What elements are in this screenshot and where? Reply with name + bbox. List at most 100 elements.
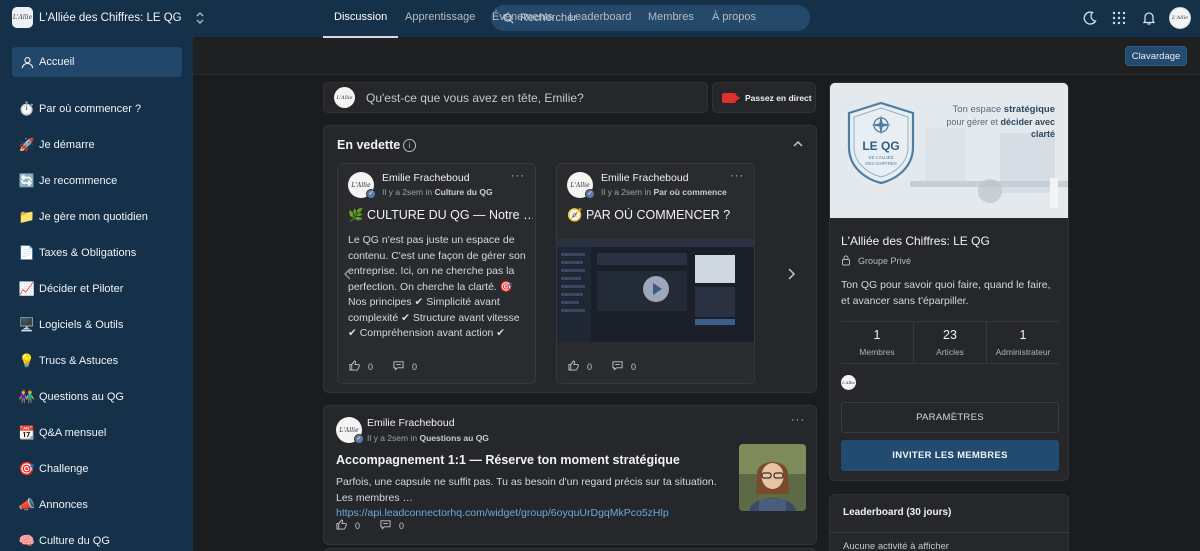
- like-icon[interactable]: [349, 360, 360, 374]
- post-category[interactable]: Par où commence: [653, 187, 726, 197]
- author-avatar[interactable]: L'Allie ✓: [348, 172, 376, 199]
- post-card[interactable]: L'Allie ✓ Emilie Fracheboud Il y a 2sem …: [323, 405, 817, 545]
- like-count: 0: [355, 521, 361, 531]
- stat-admins[interactable]: 1 Administrateur: [987, 322, 1059, 363]
- author-name[interactable]: Emilie Fracheboud: [367, 417, 455, 429]
- invite-members-button[interactable]: INVITER LES MEMBRES: [841, 440, 1059, 471]
- folder-icon: 📁: [18, 209, 36, 224]
- sidebar-item-trucs[interactable]: 💡 Trucs & Astuces: [12, 346, 182, 376]
- sidebar-item-annonces[interactable]: 📣 Annonces: [12, 490, 182, 520]
- sidebar-item-quotidien[interactable]: 📁 Je gère mon quotidien: [12, 202, 182, 232]
- featured-card[interactable]: L'Allie ✓ Emilie Fracheboud Il y a 2sem …: [337, 163, 536, 384]
- go-live-button[interactable]: Passez en direct: [712, 82, 816, 113]
- more-options-icon[interactable]: ···: [730, 170, 744, 182]
- comment-icon[interactable]: [393, 360, 404, 374]
- author-name[interactable]: Emilie Fracheboud: [382, 172, 470, 184]
- sidebar-item-culture[interactable]: 🧠 Culture du QG: [12, 526, 182, 551]
- tab-a-propos[interactable]: À propos: [712, 0, 756, 38]
- admin-avatar[interactable]: L'Allie: [841, 375, 856, 390]
- post-composer[interactable]: L'Allie Qu'est-ce que vous avez en tête,…: [323, 82, 708, 113]
- badge-subtitle-2: DES CHIFFRES: [865, 161, 897, 166]
- composer-placeholder: Qu'est-ce que vous avez en tête, Emilie?: [366, 90, 584, 105]
- leaderboard-card: Leaderboard (30 jours) Aucune activité à…: [829, 494, 1070, 551]
- comment-count: 0: [399, 521, 405, 531]
- more-options-icon[interactable]: ···: [511, 170, 525, 182]
- settings-button[interactable]: PARAMÈTRES: [841, 402, 1059, 433]
- author-avatar[interactable]: L'Allie ✓: [336, 417, 364, 444]
- chevron-right-icon[interactable]: [786, 267, 796, 281]
- tab-evenements[interactable]: Événements: [492, 0, 553, 38]
- tab-apprentissage[interactable]: Apprentissage: [405, 0, 475, 38]
- sidebar: Accueil ⏱️ Par où commencer ? 🚀 Je démar…: [0, 37, 193, 551]
- stat-members[interactable]: 1 Membres: [841, 322, 914, 363]
- post-link[interactable]: https://api.leadconnectorhq.com/widget/g…: [336, 507, 669, 519]
- stat-label: Articles: [936, 347, 964, 357]
- community-logo: L'Allie: [12, 7, 33, 28]
- sidebar-item-challenge[interactable]: 🎯 Challenge: [12, 454, 182, 484]
- user-icon: [18, 53, 36, 71]
- sidebar-item-label: Je démarre: [39, 139, 95, 151]
- sidebar-item-decider[interactable]: 📈 Décider et Piloter: [12, 274, 182, 304]
- in-word: in: [425, 187, 433, 197]
- group-title: L'Alliée des Chiffres: LE QG: [841, 234, 990, 248]
- sidebar-item-je-demarre[interactable]: 🚀 Je démarre: [12, 130, 182, 160]
- chat-button[interactable]: Clavardage: [1125, 46, 1187, 66]
- chevron-up-icon[interactable]: [792, 138, 804, 150]
- sidebar-item-label: Accueil: [39, 56, 75, 68]
- more-options-icon[interactable]: ···: [791, 414, 805, 426]
- divider: [830, 532, 1070, 533]
- cover-tagline-emphasis: décider avec clarté: [1000, 117, 1055, 139]
- lock-icon: [842, 255, 850, 266]
- user-avatar[interactable]: L'Allie: [1169, 7, 1191, 29]
- megaphone-icon: 📣: [18, 497, 36, 512]
- post-category[interactable]: Questions au QG: [419, 433, 488, 443]
- comment-count: 0: [412, 362, 418, 372]
- cover-tagline-line-2: pour gérer et décider avec clarté: [920, 116, 1055, 140]
- sidebar-item-label: Culture du QG: [39, 535, 110, 547]
- stat-articles[interactable]: 23 Articles: [914, 322, 987, 363]
- post-category[interactable]: Culture du QG: [434, 187, 492, 197]
- featured-card[interactable]: L'Allie ✓ Emilie Fracheboud Il y a 2sem …: [556, 163, 755, 384]
- sidebar-item-label: Décider et Piloter: [39, 283, 124, 295]
- refresh-icon: 🔄: [18, 173, 36, 188]
- cover-tagline-line-1: Ton espace stratégique: [920, 104, 1055, 116]
- bell-icon[interactable]: [1141, 10, 1157, 26]
- sidebar-item-par-ou-commencer[interactable]: ⏱️ Par où commencer ?: [12, 94, 182, 124]
- info-icon[interactable]: i: [403, 139, 416, 152]
- target-icon: 🎯: [18, 461, 36, 476]
- author-avatar[interactable]: L'Allie ✓: [567, 172, 595, 199]
- chevron-left-icon[interactable]: [343, 267, 353, 281]
- sidebar-item-qa[interactable]: 📆 Q&A mensuel: [12, 418, 182, 448]
- play-icon[interactable]: [643, 276, 669, 302]
- apps-grid-icon[interactable]: [1111, 10, 1127, 26]
- tab-leaderboard[interactable]: Leaderboard: [569, 0, 631, 38]
- like-icon[interactable]: [336, 519, 347, 533]
- sidebar-item-taxes[interactable]: 📄 Taxes & Obligations: [12, 238, 182, 268]
- sidebar-item-accueil[interactable]: Accueil: [12, 47, 182, 77]
- featured-title: En vedette: [337, 138, 401, 152]
- badge-subtitle-1: DE L'ALLIÉE: [869, 155, 894, 160]
- video-thumbnail[interactable]: [557, 239, 754, 342]
- community-name: L'Alliée des Chiffres: LE QG: [39, 11, 182, 24]
- community-switcher[interactable]: L'Allie L'Alliée des Chiffres: LE QG: [12, 7, 206, 28]
- tab-membres[interactable]: Membres: [648, 0, 694, 38]
- comment-icon[interactable]: [380, 519, 391, 533]
- cover-tagline-emphasis: stratégique: [1003, 104, 1055, 115]
- comment-icon[interactable]: [612, 360, 623, 374]
- post-thumbnail[interactable]: [739, 444, 806, 511]
- like-icon[interactable]: [568, 360, 579, 374]
- post-title[interactable]: Accompagnement 1:1 — Réserve ton moment …: [336, 453, 680, 467]
- sidebar-item-logiciels[interactable]: 🖥️ Logiciels & Outils: [12, 310, 182, 340]
- privacy-label: Groupe Privé: [858, 255, 912, 266]
- author-name[interactable]: Emilie Fracheboud: [601, 172, 689, 184]
- dark-mode-icon[interactable]: [1082, 10, 1098, 26]
- group-stats: 1 Membres 23 Articles 1 Administrateur: [841, 321, 1059, 364]
- tab-discussion[interactable]: Discussion: [323, 0, 399, 38]
- like-count: 0: [587, 362, 593, 372]
- rocket-icon: 🚀: [18, 137, 36, 152]
- leaderboard-title: Leaderboard (30 jours): [843, 507, 952, 518]
- sidebar-item-questions[interactable]: 👫 Questions au QG: [12, 382, 182, 412]
- cover-tagline-text: Ton espace: [952, 104, 1004, 115]
- computer-icon: 🖥️: [18, 317, 36, 332]
- sidebar-item-je-recommence[interactable]: 🔄 Je recommence: [12, 166, 182, 196]
